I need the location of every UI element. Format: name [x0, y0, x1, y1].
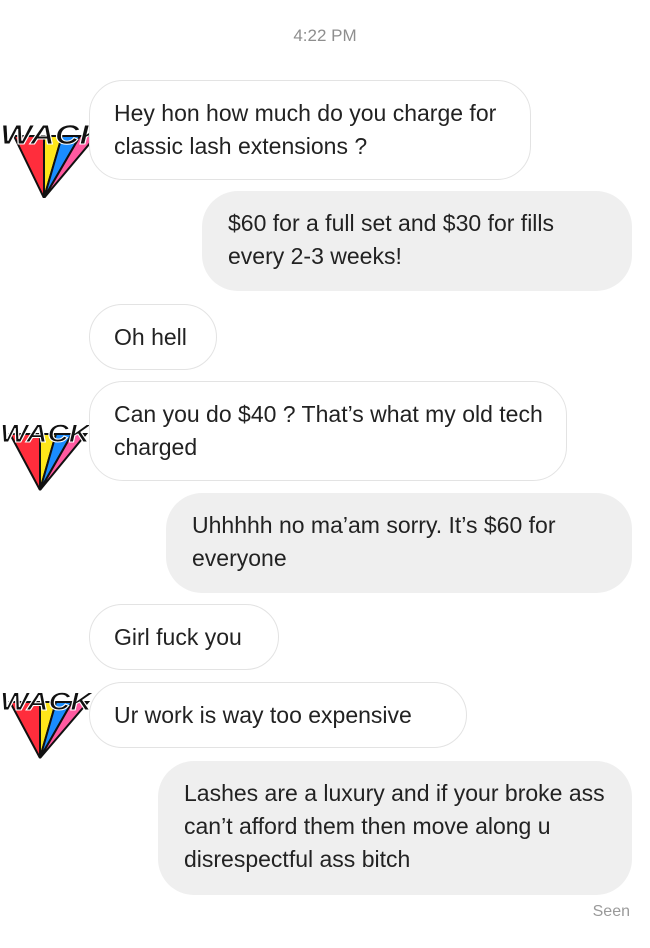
message-bubble-outgoing[interactable]: Lashes are a luxury and if your broke as…: [158, 761, 632, 895]
wack-logo-text: WACK: [0, 420, 92, 448]
wack-logo-icon[interactable]: WACK: [0, 686, 94, 766]
message-bubble-incoming[interactable]: Ur work is way too expensive: [89, 682, 467, 748]
message-bubble-incoming[interactable]: Oh hell: [89, 304, 217, 370]
message-bubble-outgoing[interactable]: $60 for a full set and $30 for fills eve…: [202, 191, 632, 291]
message-bubble-incoming[interactable]: Can you do $40 ? That’s what my old tech…: [89, 381, 567, 481]
seen-status: Seen: [592, 903, 630, 920]
message-bubble-outgoing[interactable]: Uhhhhh no ma’am sorry. It’s $60 for ever…: [166, 493, 632, 593]
message-bubble-incoming[interactable]: Girl fuck you: [89, 604, 279, 670]
wack-logo-text: WACK: [0, 688, 94, 716]
message-bubble-incoming[interactable]: Hey hon how much do you charge for class…: [89, 80, 531, 180]
timestamp: 4:22 PM: [293, 26, 357, 45]
wack-logo-icon[interactable]: WACK: [0, 418, 92, 498]
